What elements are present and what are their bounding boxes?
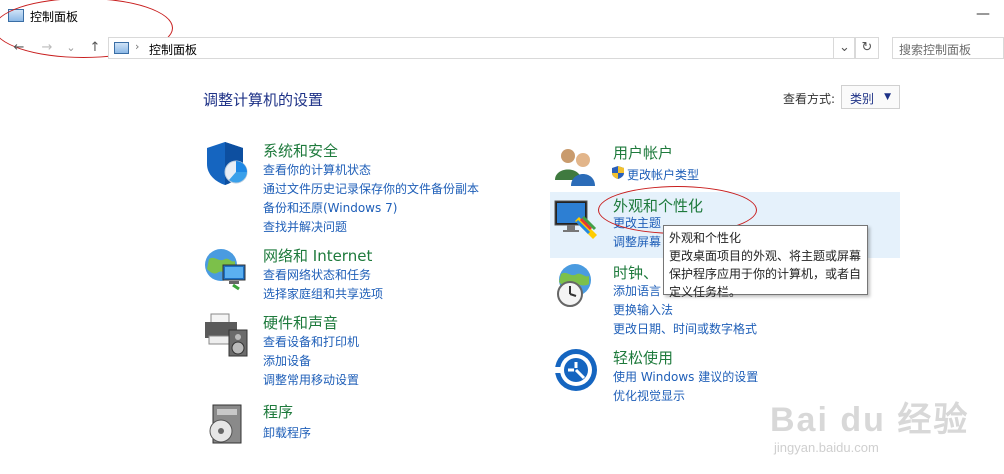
- programs-disc-icon: [209, 404, 242, 444]
- category-programs: 程序 卸载程序: [203, 401, 533, 451]
- category-link[interactable]: 查看网络状态和任务: [263, 266, 371, 283]
- category-title[interactable]: 网络和 Internet: [263, 245, 372, 266]
- category-link[interactable]: 查看你的计算机状态: [263, 161, 371, 178]
- category-link[interactable]: 调整常用移动设置: [263, 371, 359, 388]
- view-by-label: 查看方式:: [783, 92, 836, 106]
- category-link[interactable]: 选择家庭组和共享选项: [263, 285, 383, 302]
- category-link[interactable]: 更换输入法: [613, 301, 673, 318]
- category-title[interactable]: 时钟、: [613, 262, 658, 283]
- category-link[interactable]: 更改帐户类型: [627, 166, 699, 183]
- category-title[interactable]: 程序: [263, 401, 293, 422]
- uac-shield-icon: [612, 166, 624, 179]
- category-title[interactable]: 轻松使用: [613, 347, 673, 368]
- view-by-select[interactable]: 类别 ▼: [841, 85, 900, 109]
- category-link[interactable]: 添加设备: [263, 352, 311, 369]
- category-network-internet: 网络和 Internet 查看网络状态和任务 选择家庭组和共享选项: [203, 245, 533, 305]
- category-hardware-sound: 硬件和声音 查看设备和打印机 添加设备 调整常用移动设置: [203, 312, 533, 392]
- view-by-value: 类别: [850, 92, 875, 106]
- window-title: 控制面板: [30, 10, 79, 24]
- category-user-accounts: 用户帐户 更改帐户类型: [553, 142, 883, 187]
- category-link[interactable]: 查看设备和打印机: [263, 333, 359, 350]
- watermark-url: jingyan.baidu.com: [774, 440, 879, 455]
- category-link[interactable]: 使用 Windows 建议的设置: [613, 368, 758, 385]
- refresh-icon[interactable]: ↻: [855, 37, 879, 59]
- category-link[interactable]: 更改日期、时间或数字格式: [613, 320, 757, 337]
- category-link[interactable]: 卸载程序: [263, 424, 311, 441]
- category-link[interactable]: 查找并解决问题: [263, 218, 347, 235]
- tooltip: 外观和个性化 更改桌面项目的外观、将主题或屏幕 保护程序应用于你的计算机，或者自…: [663, 225, 868, 299]
- category-title[interactable]: 硬件和声音: [263, 312, 338, 333]
- address-bar[interactable]: › 控制面板: [108, 37, 855, 59]
- tooltip-line: 更改桌面项目的外观、将主题或屏幕: [669, 249, 862, 263]
- address-dropdown-icon[interactable]: ⌄: [833, 37, 855, 59]
- category-link[interactable]: 优化视觉显示: [613, 387, 685, 404]
- back-arrow-icon[interactable]: ←: [10, 39, 28, 57]
- category-title[interactable]: 系统和安全: [263, 140, 338, 161]
- minimize-button[interactable]: —: [968, 4, 998, 24]
- tooltip-line: 保护程序应用于你的计算机，或者自: [669, 267, 862, 281]
- monitor-palette-icon: [554, 200, 597, 239]
- category-link[interactable]: 调整屏幕: [613, 233, 661, 250]
- address-chevron-icon[interactable]: ›: [135, 40, 139, 53]
- network-globe-icon: [205, 249, 246, 291]
- clock-globe-icon: [557, 264, 591, 307]
- category-link[interactable]: 更改主题: [613, 214, 661, 231]
- category-link[interactable]: 备份和还原(Windows 7): [263, 199, 397, 216]
- title-bar: 控制面板 —: [0, 0, 1004, 32]
- up-arrow-icon[interactable]: ↑: [86, 39, 104, 57]
- forward-arrow-icon[interactable]: →: [38, 39, 56, 57]
- category-system-security: 系统和安全 查看你的计算机状态 通过文件历史记录保存你的文件备份副本 备份和还原…: [203, 140, 533, 240]
- address-text[interactable]: 控制面板: [149, 41, 197, 58]
- shield-icon: [207, 142, 248, 185]
- tooltip-line: 定义任务栏。: [669, 285, 742, 299]
- page-title: 调整计算机的设置: [203, 91, 324, 109]
- recent-locations-icon[interactable]: ⌄: [64, 39, 78, 57]
- navigation-bar: ← → ⌄ ↑ › 控制面板 ⌄ ↻ 搜索控制面板: [0, 34, 1004, 64]
- printer-speaker-icon: [205, 313, 248, 357]
- category-link[interactable]: 添加语言: [613, 282, 661, 299]
- category-link[interactable]: 通过文件历史记录保存你的文件备份副本: [263, 180, 479, 197]
- watermark-text: Bai du 经验: [770, 401, 970, 439]
- dropdown-arrow-icon: ▼: [884, 92, 891, 102]
- category-title[interactable]: 外观和个性化: [613, 195, 703, 216]
- ease-of-access-icon: [553, 349, 597, 391]
- control-panel-icon: [8, 9, 24, 22]
- category-title[interactable]: 用户帐户: [613, 142, 673, 163]
- baidu-watermark: Bai du 经验 jingyan.baidu.com: [752, 392, 1002, 472]
- users-icon: [555, 149, 595, 186]
- search-input[interactable]: 搜索控制面板: [892, 37, 1004, 59]
- tooltip-title: 外观和个性化: [669, 231, 742, 245]
- address-control-panel-icon: [114, 42, 129, 54]
